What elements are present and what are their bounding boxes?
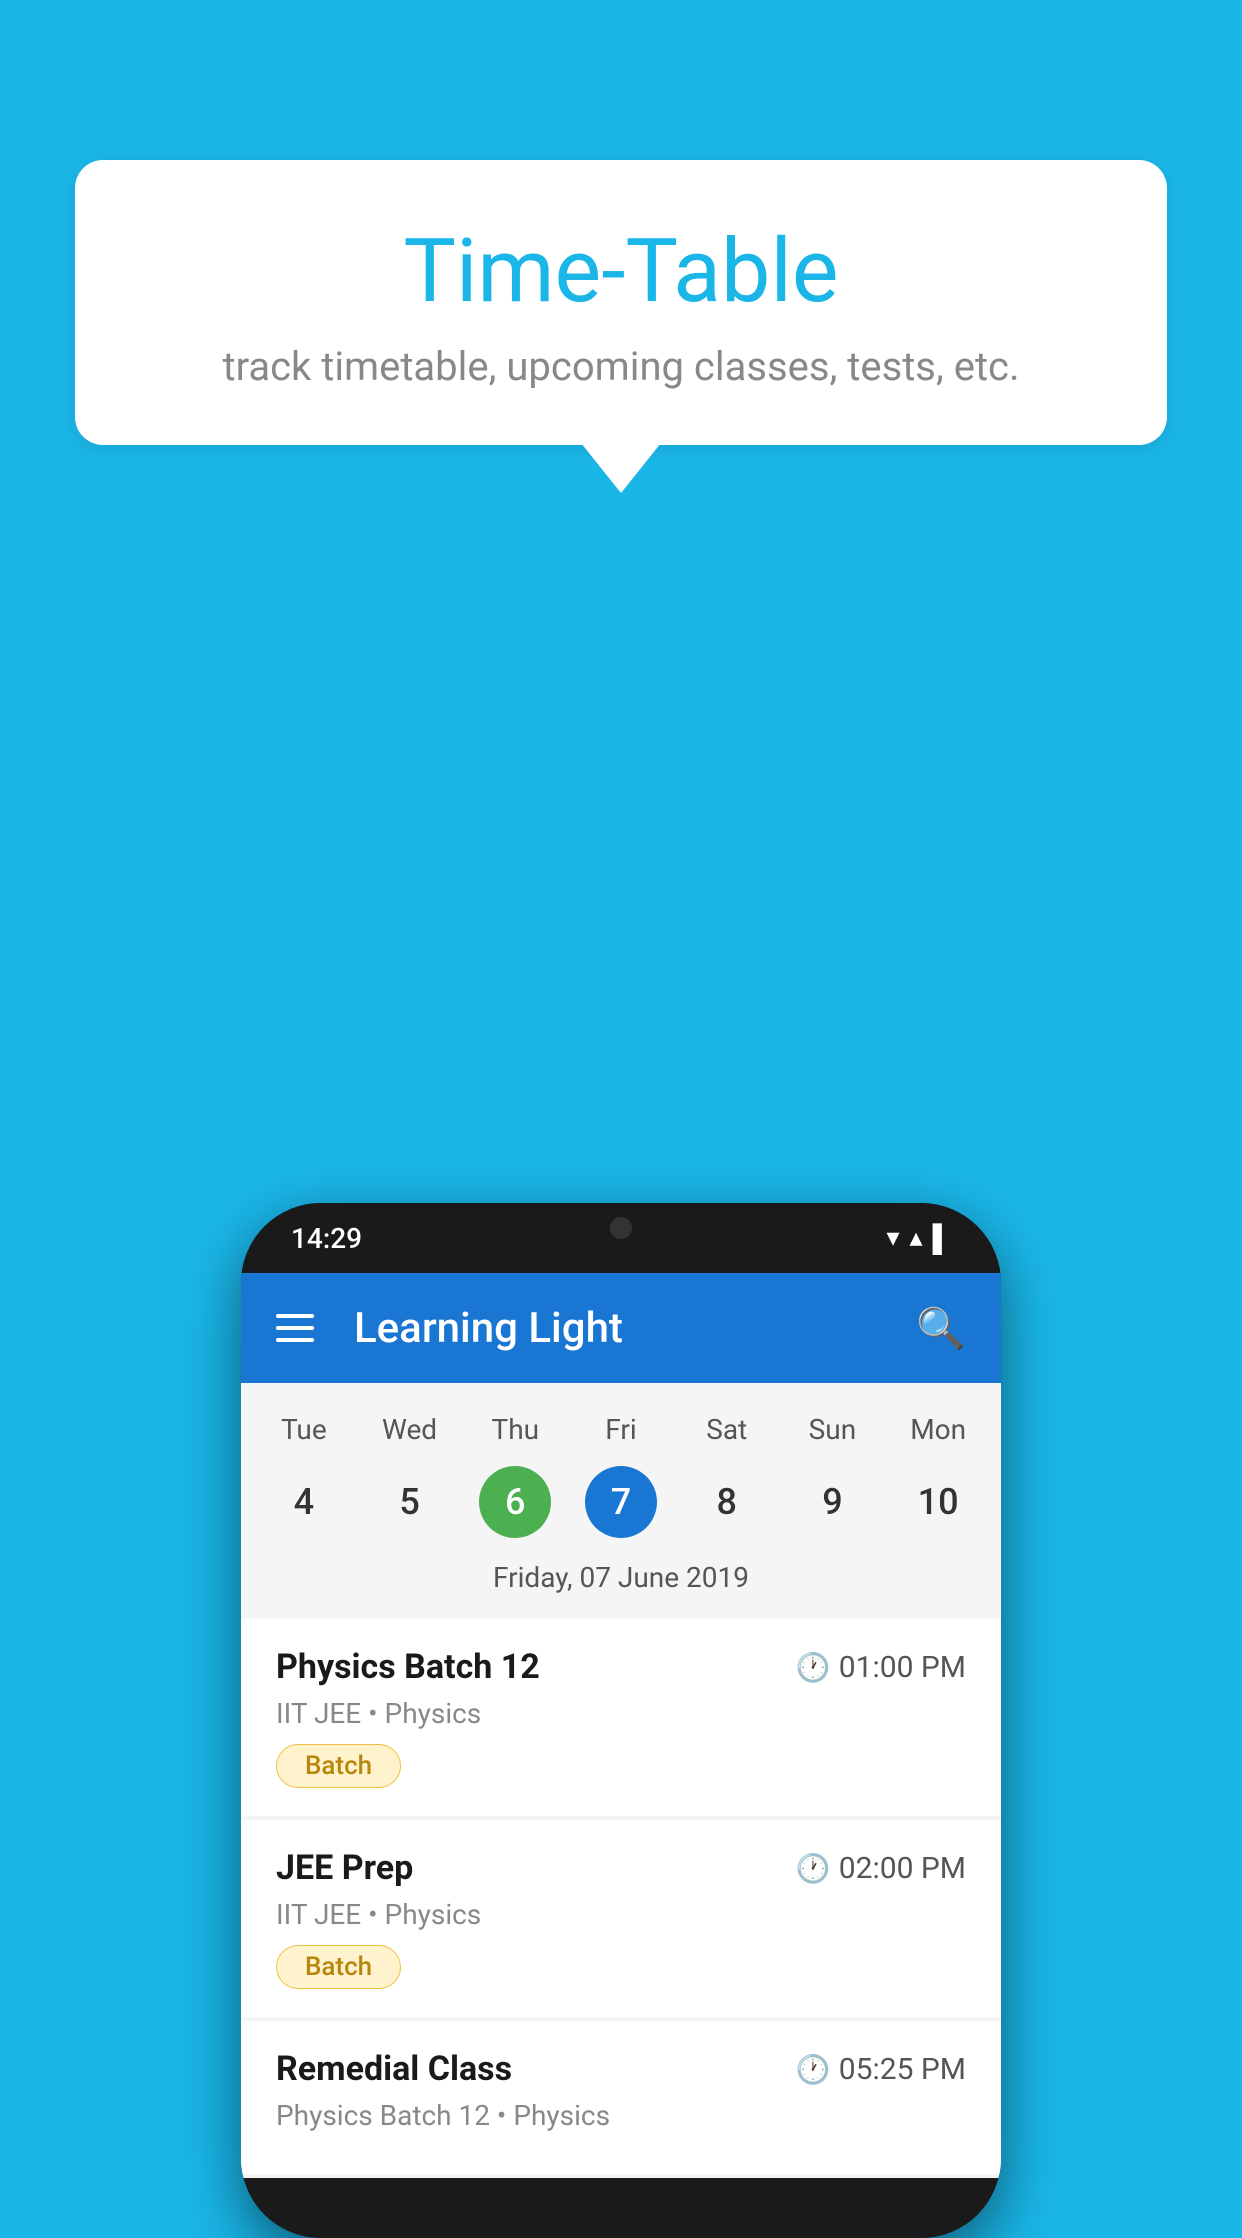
search-button[interactable]: 🔍	[916, 1305, 966, 1352]
date-6-today[interactable]: 6	[479, 1466, 551, 1538]
date-10[interactable]: 10	[902, 1466, 974, 1538]
date-9[interactable]: 9	[796, 1466, 868, 1538]
schedule-time-3: 🕐 05:25 PM	[796, 2052, 966, 2087]
day-sun: Sun	[780, 1413, 886, 1446]
app-title: Learning Light	[354, 1304, 886, 1353]
day-tue: Tue	[251, 1413, 357, 1446]
signal-icon: ▴	[910, 1223, 923, 1253]
calendar-section: Tue Wed Thu Fri Sat Sun Mon 4 5 6 7 8 9 …	[241, 1383, 1001, 1619]
wifi-icon: ▾	[886, 1223, 899, 1253]
schedule-item-header-3: Remedial Class 🕐 05:25 PM	[276, 2049, 966, 2089]
date-5[interactable]: 5	[374, 1466, 446, 1538]
schedule-meta-2: IIT JEE • Physics	[276, 1898, 966, 1931]
schedule-item-2[interactable]: JEE Prep 🕐 02:00 PM IIT JEE • Physics Ba…	[241, 1820, 1001, 2017]
bubble-title: Time-Table	[125, 220, 1117, 323]
schedule-name-1: Physics Batch 12	[276, 1647, 540, 1687]
speech-bubble: Time-Table track timetable, upcoming cla…	[75, 160, 1167, 445]
clock-icon-1: 🕐	[796, 1651, 831, 1684]
calendar-days-header: Tue Wed Thu Fri Sat Sun Mon	[251, 1403, 991, 1456]
app-bar: Learning Light 🔍	[241, 1273, 1001, 1383]
phone-time: 14:29	[291, 1222, 362, 1255]
battery-icon: ▌	[933, 1223, 951, 1254]
day-sat: Sat	[674, 1413, 780, 1446]
calendar-dates: 4 5 6 7 8 9 10	[251, 1456, 991, 1553]
schedule-meta-3: Physics Batch 12 • Physics	[276, 2099, 966, 2132]
screen-content: Tue Wed Thu Fri Sat Sun Mon 4 5 6 7 8 9 …	[241, 1383, 1001, 2178]
phone-frame: 14:29 ▾ ▴ ▌ Learning Light 🔍	[241, 1203, 1001, 2238]
status-bar: 14:29 ▾ ▴ ▌	[241, 1203, 1001, 1273]
batch-badge-2: Batch	[276, 1945, 401, 1989]
phone-mockup: 14:29 ▾ ▴ ▌ Learning Light 🔍	[241, 1203, 1001, 2238]
schedule-item-header-1: Physics Batch 12 🕐 01:00 PM	[276, 1647, 966, 1687]
schedule-time-1: 🕐 01:00 PM	[796, 1650, 966, 1685]
day-wed: Wed	[357, 1413, 463, 1446]
date-7-selected[interactable]: 7	[585, 1466, 657, 1538]
schedule-meta-1: IIT JEE • Physics	[276, 1697, 966, 1730]
schedule-name-3: Remedial Class	[276, 2049, 512, 2089]
day-fri: Fri	[568, 1413, 674, 1446]
schedule-list: Physics Batch 12 🕐 01:00 PM IIT JEE • Ph…	[241, 1619, 1001, 2174]
schedule-item-1[interactable]: Physics Batch 12 🕐 01:00 PM IIT JEE • Ph…	[241, 1619, 1001, 1816]
day-mon: Mon	[885, 1413, 991, 1446]
schedule-item-3[interactable]: Remedial Class 🕐 05:25 PM Physics Batch …	[241, 2021, 1001, 2174]
schedule-item-header-2: JEE Prep 🕐 02:00 PM	[276, 1848, 966, 1888]
bubble-subtitle: track timetable, upcoming classes, tests…	[125, 343, 1117, 390]
clock-icon-3: 🕐	[796, 2053, 831, 2086]
schedule-name-2: JEE Prep	[276, 1848, 413, 1888]
camera	[610, 1217, 632, 1239]
selected-date-label: Friday, 07 June 2019	[251, 1553, 991, 1609]
menu-button[interactable]	[276, 1314, 314, 1342]
clock-icon-2: 🕐	[796, 1852, 831, 1885]
date-4[interactable]: 4	[268, 1466, 340, 1538]
status-icons: ▾ ▴ ▌	[886, 1223, 951, 1254]
batch-badge-1: Batch	[276, 1744, 401, 1788]
notch	[551, 1203, 691, 1253]
date-8[interactable]: 8	[691, 1466, 763, 1538]
phone-bottom	[241, 2178, 1001, 2238]
schedule-time-2: 🕐 02:00 PM	[796, 1851, 966, 1886]
day-thu: Thu	[462, 1413, 568, 1446]
